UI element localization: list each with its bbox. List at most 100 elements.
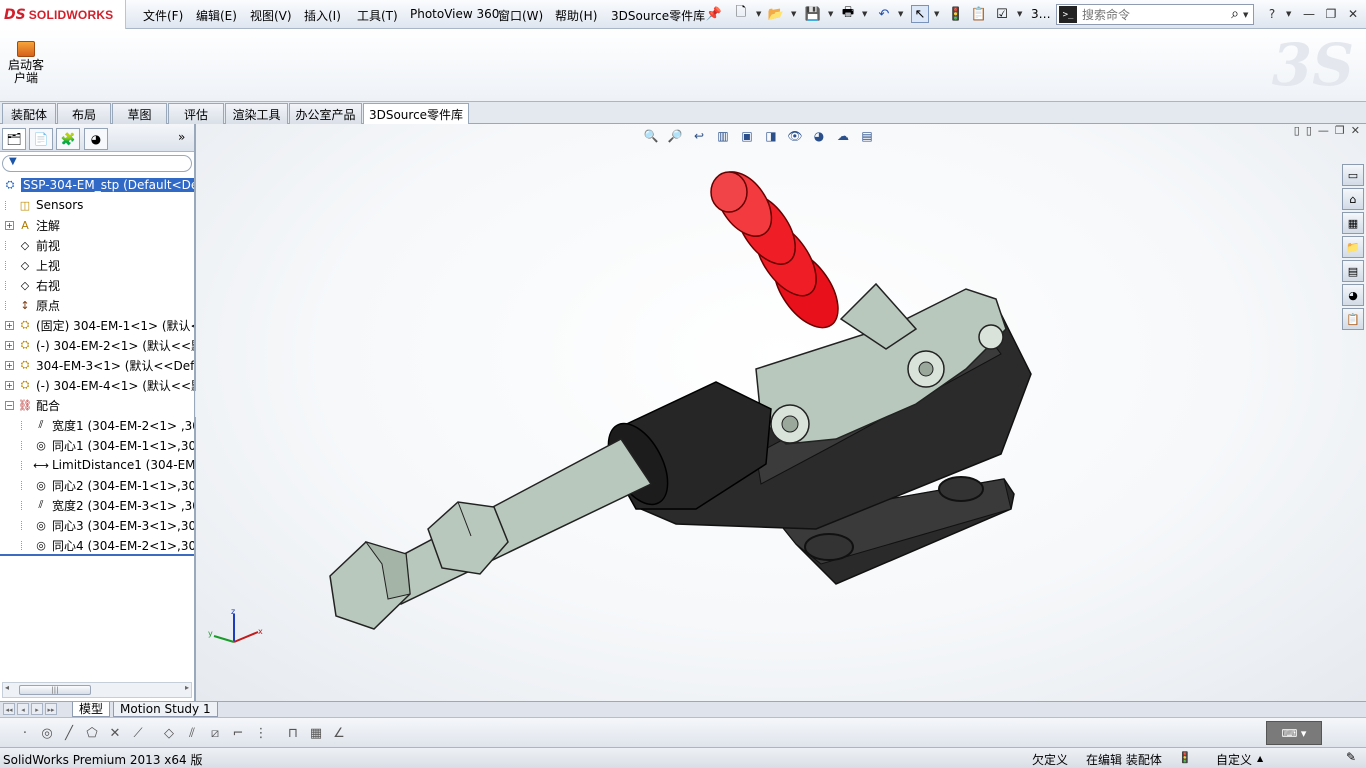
save-icon[interactable]: 💾 [804, 5, 822, 23]
expand-panel-icon[interactable]: » [178, 130, 185, 144]
design-library-icon[interactable]: ▦ [1342, 212, 1364, 234]
tooltip-pencil-icon[interactable]: ✎ [1346, 750, 1356, 764]
menu-insert[interactable]: 插入(I) [304, 7, 341, 24]
feature-manager-tab-icon[interactable]: 🗂 [2, 128, 26, 150]
tree-item[interactable]: + ⛭ (-) 304-EM-2<1> (默认<<默认> [5, 335, 194, 355]
help-icon[interactable]: ? [1263, 5, 1281, 23]
hide-show-items-icon[interactable]: 👁 [784, 126, 806, 146]
trim-icon[interactable]: ✕ [106, 724, 124, 742]
view-palette-icon[interactable]: ▤ [1342, 260, 1364, 282]
viewport-close-icon[interactable]: ✕ [1351, 124, 1360, 137]
point-icon[interactable]: · [16, 724, 34, 742]
keyboard-shortcut-button[interactable]: ⌨ ▾ [1266, 721, 1322, 745]
tree-item[interactable]: ⫽ 宽度1 (304-EM-2<1> ,304-EM-1 [21, 415, 194, 435]
tree-item[interactable]: ◇ 前视 [5, 235, 194, 255]
scrollbar-thumb[interactable]: ||| [19, 685, 91, 695]
tree-filter-box[interactable]: ▼ [2, 155, 192, 172]
display-manager-tab-icon[interactable]: ◕ [84, 128, 108, 150]
property-manager-tab-icon[interactable]: 📄 [29, 128, 53, 150]
rebuild-traffic-light-icon[interactable]: 🚦 [947, 5, 965, 23]
scroll-left-icon[interactable]: ◂ [5, 683, 9, 692]
search-icon[interactable]: ⌕ [1231, 6, 1239, 22]
expand-toggle-icon[interactable]: + [5, 340, 14, 350]
pin-icon[interactable]: 📌 [705, 5, 723, 23]
tree-item[interactable]: ⫽ 宽度2 (304-EM-3<1> ,304-EM-2 [21, 495, 194, 515]
chevron-down-icon[interactable]: ▼ [898, 10, 903, 18]
custom-units-selector[interactable]: 自定义 [1216, 751, 1252, 768]
viewport-restore-icon[interactable]: ❐ [1335, 124, 1345, 137]
configuration-manager-tab-icon[interactable]: 🧩 [56, 128, 80, 150]
solidworks-logo[interactable]: DS SOLIDWORKS [0, 0, 126, 29]
tree-horizontal-scrollbar[interactable]: ◂ ||| ▸ [2, 682, 192, 698]
chevron-down-icon[interactable]: ▼ [862, 10, 867, 18]
expand-toggle-icon[interactable]: + [5, 220, 14, 230]
minimize-icon[interactable]: — [1300, 5, 1318, 23]
tree-item[interactable]: ◇ 右视 [5, 275, 194, 295]
dimension-icon[interactable]: ⊓ [284, 724, 302, 742]
tab-render-tools[interactable]: 渲染工具 [225, 103, 288, 124]
polygon-icon[interactable]: ⬠ [83, 724, 101, 742]
custom-properties-icon[interactable]: 📋 [1342, 308, 1364, 330]
tree-item[interactable]: ⟷LimitDistance1 (304-EM-1<1> [21, 455, 194, 475]
tab-layout[interactable]: 布局 [57, 103, 111, 124]
tree-item[interactable]: ◫ Sensors [5, 195, 194, 215]
menu-edit[interactable]: 编辑(E) [196, 7, 237, 24]
expand-toggle-icon[interactable]: − [5, 400, 14, 410]
tile-vertical-icon[interactable]: ▯ [1306, 124, 1312, 137]
last-tab-icon[interactable]: ▸▸ [45, 703, 57, 715]
options-icon[interactable]: ☑ [993, 5, 1011, 23]
section-view-icon[interactable]: ▥ [712, 126, 734, 146]
edit-appearance-icon[interactable]: ◕ [808, 126, 830, 146]
close-icon[interactable]: ✕ [1344, 5, 1362, 23]
file-explorer-icon[interactable]: 📁 [1342, 236, 1364, 258]
tree-item[interactable]: + A 注解 [5, 215, 194, 235]
tree-item[interactable]: ◇ 上视 [5, 255, 194, 275]
construction-geometry-icon[interactable]: ⋮ [252, 724, 270, 742]
menu-window[interactable]: 窗口(W) [498, 7, 543, 24]
tree-item[interactable]: ◎ 同心3 (304-EM-3<1>,304-EM-4 [21, 515, 194, 535]
tree-item[interactable]: + ⛭ 304-EM-3<1> (默认<<Default> [5, 355, 194, 375]
expand-toggle-icon[interactable]: + [5, 360, 14, 370]
chevron-down-icon[interactable]: ▼ [1286, 10, 1291, 18]
solidworks-resources-icon[interactable]: ▭ [1342, 164, 1364, 186]
graphics-viewport[interactable]: 🔍 🔎 ↩ ▥ ▣ ◨ 👁 ◕ ☁ ▤ ▯ ▯ — ❐ ✕ ▭ ⌂ ▦ 📁 ▤ … [196, 124, 1366, 701]
search-commands-box[interactable]: >_ ⌕ ▼ [1056, 4, 1254, 25]
menu-tools[interactable]: 工具(T) [357, 7, 398, 24]
chevron-down-icon[interactable]: ▼ [1017, 10, 1022, 18]
next-tab-icon[interactable]: ▸ [31, 703, 43, 715]
toolbar-overflow[interactable]: 3… [1031, 7, 1051, 21]
view-settings-icon[interactable]: ▤ [856, 126, 878, 146]
tab-sketch[interactable]: 草图 [112, 103, 167, 124]
tree-item[interactable]: ↕ 原点 [5, 295, 194, 315]
scroll-right-icon[interactable]: ▸ [185, 683, 189, 692]
zoom-to-area-icon[interactable]: 🔎 [664, 126, 686, 146]
select-cursor-icon[interactable]: ↖ [911, 5, 929, 23]
tab-model[interactable]: 模型 [72, 702, 111, 717]
line-icon[interactable]: ╱ [60, 724, 78, 742]
appearances-icon[interactable]: ◕ [1342, 284, 1364, 306]
chevron-down-icon[interactable]: ▼ [934, 10, 939, 18]
clamp-model[interactable] [196, 124, 1366, 701]
offset-icon[interactable]: ⧄ [206, 724, 224, 742]
tree-root-assembly[interactable]: ⛭ SSP-304-EM_stp (Default<Default_Displa [2, 175, 194, 195]
menu-help[interactable]: 帮助(H) [555, 7, 597, 24]
home-icon[interactable]: ⌂ [1342, 188, 1364, 210]
tree-item[interactable]: ◎ 同心4 (304-EM-2<1>,304-EM-4 [21, 535, 194, 555]
grid-icon[interactable]: ▦ [307, 724, 325, 742]
view-orientation-icon[interactable]: ▣ [736, 126, 758, 146]
menu-3dsource[interactable]: 3DSource零件库 [611, 7, 705, 24]
tree-item[interactable]: ◎ 同心1 (304-EM-1<1>,304-EM-2 [21, 435, 194, 455]
expand-toggle-icon[interactable]: + [5, 380, 14, 390]
new-document-icon[interactable]: 🗋 [732, 5, 750, 23]
first-tab-icon[interactable]: ◂◂ [3, 703, 15, 715]
file-properties-icon[interactable]: 📋 [970, 5, 988, 23]
chevron-down-icon[interactable]: ▼ [828, 10, 833, 18]
print-icon[interactable]: 🖶 [839, 5, 857, 23]
rebuild-status-icon[interactable]: 🚦 [1178, 751, 1192, 764]
chevron-down-icon[interactable]: ▼ [791, 10, 796, 18]
chevron-down-icon[interactable]: ▼ [1243, 11, 1248, 19]
corner-rectangle-icon[interactable]: ⌐ [229, 724, 247, 742]
expand-toggle-icon[interactable]: + [5, 320, 14, 330]
zoom-to-fit-icon[interactable]: 🔍 [640, 126, 662, 146]
tree-item[interactable]: − ⛓ 配合 [5, 395, 194, 415]
